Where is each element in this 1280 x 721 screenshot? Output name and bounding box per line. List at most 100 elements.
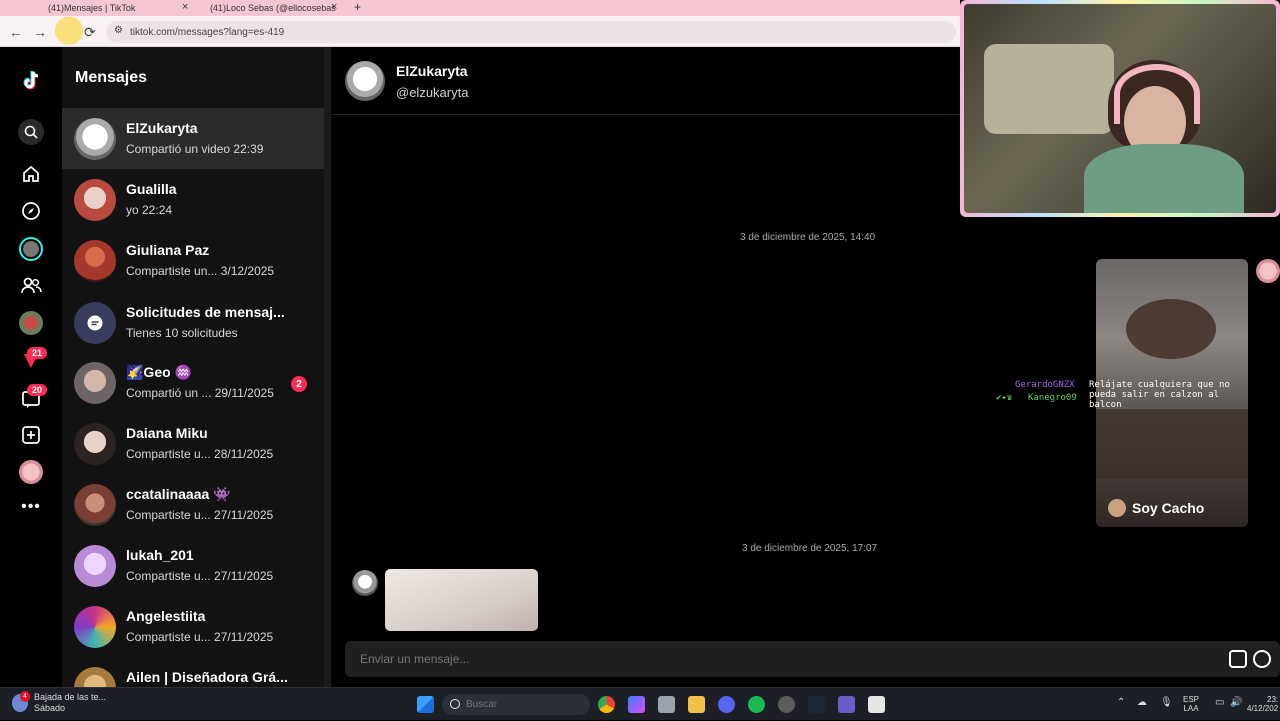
taskbar-search-input[interactable] (442, 694, 590, 715)
weather-widget[interactable]: 4 Bajada de las te... Sábado (12, 691, 106, 714)
friends-icon[interactable] (19, 274, 43, 298)
chat-contact-name[interactable]: ElZukaryta (396, 63, 468, 79)
chat-contact-handle: @elzukaryta (396, 85, 469, 100)
conversation-name: lukah_201 (126, 547, 194, 563)
avatar (352, 570, 378, 596)
explore-icon[interactable] (19, 199, 43, 223)
obs-icon[interactable] (778, 696, 795, 713)
activity-badge: 21 (27, 347, 48, 359)
conversation-item[interactable]: ElZukaryta Compartió un video 22:39 (62, 108, 324, 169)
snip-icon[interactable] (658, 696, 675, 713)
notification-badge: 4 (20, 691, 30, 702)
search-icon[interactable] (18, 119, 44, 145)
conversation-name: Solicitudes de mensaj... (126, 304, 285, 320)
app-icon[interactable] (838, 696, 855, 713)
steam-icon[interactable] (808, 696, 825, 713)
avatar (74, 667, 116, 687)
unread-badge: 2 (291, 376, 307, 392)
conversation-item[interactable]: ccatalinaaaa 👾 Compartiste u... 27/11/20… (62, 474, 324, 535)
home-icon[interactable] (19, 162, 43, 186)
conversation-item[interactable]: 🌠Geo ♒ Compartió un ... 29/11/2025 2 (62, 352, 324, 413)
upload-icon[interactable] (19, 423, 43, 447)
conversation-preview: Compartiste u... 28/11/2025 (126, 447, 274, 461)
conversation-name: ElZukaryta (126, 120, 198, 136)
live-avatar-icon[interactable] (19, 237, 43, 261)
shared-video-card[interactable] (385, 569, 538, 631)
spotify-icon[interactable] (748, 696, 765, 713)
gif-sticker-icon[interactable] (1229, 650, 1247, 668)
profile-avatar-icon[interactable] (19, 460, 43, 484)
conversation-item[interactable]: Daiana Miku Compartiste u... 28/11/2025 (62, 413, 324, 474)
conversation-preview: yo 22:24 (126, 203, 173, 217)
back-icon[interactable]: ← (9, 24, 23, 40)
forward-icon[interactable]: → (33, 24, 47, 40)
webcam-overlay (960, 0, 1280, 217)
conversation-scrollbar[interactable] (324, 47, 331, 687)
inbox-badge: 20 (27, 384, 48, 396)
avatar (74, 179, 116, 221)
conversation-preview: Compartiste u... 27/11/2025 (126, 508, 274, 522)
tiktok-logo-icon[interactable] (19, 69, 43, 93)
avatar (74, 362, 116, 404)
tab-label: (41)Mensajes | TikTok (48, 3, 136, 13)
conversation-item[interactable]: Giuliana Paz Compartiste un... 3/12/2025 (62, 230, 324, 291)
conversation-item[interactable]: Angelestiita Compartiste u... 27/11/2025 (62, 596, 324, 657)
chrome-icon[interactable] (598, 696, 615, 713)
new-tab-button[interactable]: + (354, 0, 361, 14)
video-author: Soy Cacho (1108, 499, 1204, 517)
clock[interactable]: 23: 4/12/202 (1247, 695, 1278, 713)
cloud-icon[interactable]: ☁ (1137, 697, 1147, 708)
microphone-icon[interactable]: 🎙 (1160, 697, 1173, 708)
following-avatar-icon[interactable] (19, 311, 43, 335)
avatar (1256, 259, 1280, 283)
start-icon[interactable] (417, 696, 434, 713)
avatar[interactable] (345, 61, 385, 101)
date-separator: 3 de diciembre de 2025, 17:07 (742, 543, 878, 554)
conversation-name: 🌠Geo ♒ (126, 364, 192, 380)
conversation-item[interactable]: Ailen | Diseñadora Grá... (62, 657, 324, 687)
conversation-name: Giuliana Paz (126, 242, 210, 258)
windows-taskbar: 4 Bajada de las te... Sábado ⌃ ☁ 🎙 ESP L… (0, 687, 1280, 720)
pikachu-overlay-icon (52, 12, 86, 46)
conversation-preview: Tienes 10 solicitudes (126, 326, 238, 340)
url-field[interactable]: ⚙ tiktok.com/messages?lang=es-419 (106, 21, 956, 43)
chat-badges-icon: ✔✦♛ (996, 393, 1013, 403)
message-composer (345, 641, 1280, 677)
site-info-icon[interactable]: ⚙ (114, 25, 123, 36)
conversation-item[interactable]: Solicitudes de mensaj... Tienes 10 solic… (62, 292, 324, 353)
url-text: tiktok.com/messages?lang=es-419 (130, 26, 285, 38)
webcam-feed (964, 4, 1276, 213)
avatar (1108, 499, 1126, 517)
browser-tab-messages[interactable]: (41)Mensajes | TikTok × (14, 0, 189, 16)
browser-tab-locosebas[interactable]: (41)Loco Sebas (@ellocosebas × (176, 0, 346, 16)
file-explorer-icon[interactable] (688, 696, 705, 713)
copilot-icon[interactable] (628, 696, 645, 713)
avatar (74, 118, 116, 160)
conversation-name: ccatalinaaaa 👾 (126, 486, 231, 502)
close-tab-icon[interactable]: × (331, 1, 337, 13)
conversation-name: Gualilla (126, 181, 177, 197)
tab-label: (41)Loco Sebas (@ellocosebas (210, 3, 336, 13)
search-icon (450, 699, 460, 709)
language-indicator[interactable]: ESP LAA (1183, 695, 1199, 713)
discord-icon[interactable] (718, 696, 735, 713)
avatar (74, 606, 116, 648)
calculator-icon[interactable] (868, 696, 885, 713)
network-icon[interactable]: ▭ (1215, 697, 1224, 708)
emoji-icon[interactable] (1253, 650, 1271, 668)
conversation-name: Daiana Miku (126, 425, 208, 441)
more-icon[interactable]: ••• (19, 495, 43, 519)
weather-sub: Sábado (34, 703, 66, 713)
conversation-preview: Compartió un ... 29/11/2025 (126, 386, 274, 400)
message-requests-icon (74, 302, 116, 344)
chevron-up-icon[interactable]: ⌃ (1117, 697, 1125, 708)
conversation-item[interactable]: Gualilla yo 22:24 (62, 169, 324, 230)
conversation-preview: Compartiste u... 27/11/2025 (126, 630, 274, 644)
left-nav-rail: 21 20 ••• (0, 47, 62, 687)
volume-icon[interactable]: 🔊 (1230, 697, 1242, 708)
message-input[interactable] (360, 652, 1060, 666)
conversation-item[interactable]: lukah_201 Compartiste u... 27/11/2025 (62, 535, 324, 596)
conversation-preview: Compartiste u... 27/11/2025 (126, 569, 274, 583)
video-author-name: Soy Cacho (1132, 500, 1205, 516)
conversation-preview: Compartiste un... 3/12/2025 (126, 264, 275, 278)
